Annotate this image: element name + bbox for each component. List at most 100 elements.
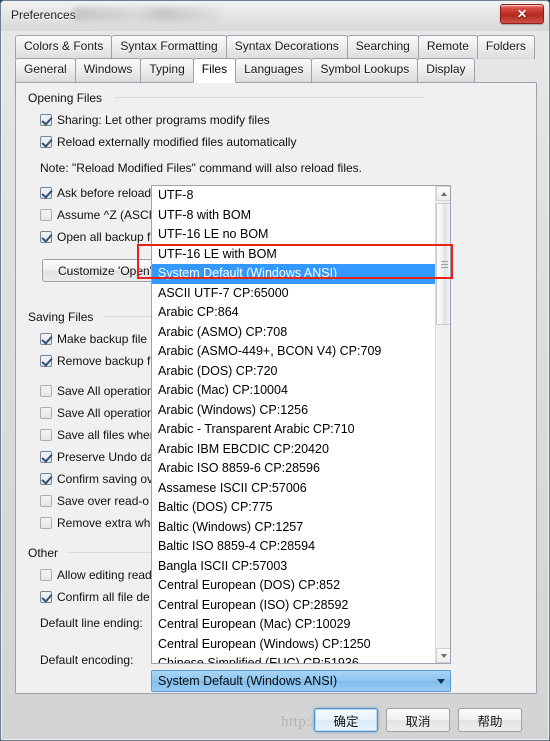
dropdown-option[interactable]: UTF-16 LE with BOM	[152, 245, 437, 265]
checkbox-remove-backup[interactable]: Remove backup f	[40, 354, 150, 368]
checkbox-box	[40, 333, 52, 345]
tab-label: Remote	[426, 39, 469, 53]
checkbox-open-all-backup[interactable]: Open all backup f	[40, 230, 150, 244]
checkbox-box	[40, 385, 52, 397]
checkbox-reload-externally[interactable]: Reload externally modified files automat…	[40, 135, 296, 149]
tab-folders[interactable]: Folders	[476, 35, 535, 59]
tab-windows[interactable]: Windows	[74, 58, 142, 82]
dropdown-option[interactable]: Arabic - Transparent Arabic CP:710	[152, 420, 437, 440]
checkbox-remove-extra-whitespace[interactable]: Remove extra whi	[40, 516, 153, 530]
tab-display[interactable]: Display	[417, 58, 475, 82]
checkbox-confirm-saving-over[interactable]: Confirm saving ov	[40, 472, 153, 486]
dropdown-option[interactable]: UTF-8 with BOM	[152, 206, 437, 226]
checkbox-box	[40, 136, 52, 148]
dropdown-option[interactable]: Arabic CP:864	[152, 303, 437, 323]
tab-colors-fonts[interactable]: Colors & Fonts	[15, 35, 113, 59]
dropdown-option[interactable]: Central European (ISO) CP:28592	[152, 596, 437, 616]
checkbox-sharing[interactable]: Sharing: Let other programs modify files	[40, 113, 270, 127]
tab-typing[interactable]: Typing	[140, 58, 194, 82]
checkbox-confirm-all-file-delete[interactable]: Confirm all file de	[40, 590, 150, 604]
tab-label: Typing	[149, 62, 185, 76]
checkbox-label: Make backup file	[57, 332, 148, 346]
dropdown-option[interactable]: Arabic ISO 8859-6 CP:28596	[152, 459, 437, 479]
customize-open-button[interactable]: Customize 'Open'	[42, 259, 168, 282]
dropdown-option[interactable]: Central European (Windows) CP:1250	[152, 635, 437, 655]
checkbox-box	[40, 231, 52, 243]
chevron-down-icon[interactable]	[432, 678, 450, 684]
checkbox-box	[40, 451, 52, 463]
help-button[interactable]: 帮助	[458, 708, 522, 732]
dropdown-option[interactable]: ASCII UTF-7 CP:65000	[152, 284, 437, 304]
checkbox-label: Confirm all file de	[57, 590, 150, 604]
dropdown-option[interactable]: UTF-8	[152, 186, 437, 206]
dropdown-option[interactable]: UTF-16 LE no BOM	[152, 225, 437, 245]
checkbox-ask-before-reload[interactable]: Ask before reload	[40, 186, 151, 200]
tab-strip: Colors & Fonts Syntax Formatting Syntax De…	[15, 35, 537, 83]
ok-button[interactable]: 确定	[314, 708, 378, 732]
reload-note-text: Note: "Reload Modified Files" command wi…	[40, 161, 362, 175]
checkbox-save-all-files-when[interactable]: Save all files when	[40, 428, 156, 442]
checkbox-make-backup[interactable]: Make backup file	[40, 332, 147, 346]
tab-label: Colors & Fonts	[24, 39, 104, 53]
checkbox-box	[40, 114, 52, 126]
checkbox-label: Save over read-o	[57, 494, 150, 508]
tab-general[interactable]: General	[15, 58, 76, 82]
preferences-window: Preferences ✕ Colors & Fonts Syntax Forma…	[0, 0, 550, 741]
checkbox-allow-editing-readonly[interactable]: Allow editing read	[40, 568, 152, 582]
checkbox-box	[40, 569, 52, 581]
tab-syntax-formatting[interactable]: Syntax Formatting	[111, 35, 227, 59]
tab-searching[interactable]: Searching	[346, 35, 419, 59]
group-label-opening-files: Opening Files	[24, 91, 107, 105]
dropdown-option[interactable]: Arabic (DOS) CP:720	[152, 362, 437, 382]
group-label-other: Other	[24, 546, 63, 560]
tab-files[interactable]: Files	[192, 58, 237, 83]
checkbox-box	[40, 187, 52, 199]
dropdown-option[interactable]: Assamese ISCII CP:57006	[152, 479, 437, 499]
checkbox-label: Save All operation	[57, 384, 154, 398]
default-encoding-combobox[interactable]: System Default (Windows ANSI)	[151, 670, 451, 692]
close-button[interactable]: ✕	[500, 4, 544, 24]
checkbox-label: Confirm saving ov	[57, 472, 154, 486]
checkbox-label: Remove extra whi	[57, 516, 154, 530]
ok-button-label: 确定	[333, 714, 359, 729]
tab-remote[interactable]: Remote	[417, 35, 478, 59]
tab-languages[interactable]: Languages	[235, 58, 313, 82]
dropdown-option[interactable]: Arabic IBM EBCDIC CP:20420	[152, 440, 437, 460]
tab-symbol-lookups[interactable]: Symbol Lookups	[311, 58, 419, 82]
encoding-option-list[interactable]: UTF-8 UTF-8 with BOM UTF-16 LE no BOM UTF-1…	[152, 186, 437, 663]
dropdown-option[interactable]: Arabic (ASMO-449+, BCON V4) CP:709	[152, 342, 437, 362]
checkbox-save-all-operation-1[interactable]: Save All operation	[40, 384, 154, 398]
tab-label: Searching	[355, 39, 410, 53]
tab-label: Folders	[485, 39, 526, 53]
checkbox-preserve-undo[interactable]: Preserve Undo da	[40, 450, 154, 464]
dropdown-option[interactable]: Baltic ISO 8859-4 CP:28594	[152, 537, 437, 557]
scroll-down-arrow-icon[interactable]	[436, 648, 450, 663]
dropdown-option[interactable]: System Default (Windows ANSI)	[152, 264, 437, 284]
checkbox-assume-ctrl-z[interactable]: Assume ^Z (ASCII	[40, 208, 155, 222]
checkbox-box	[40, 517, 52, 529]
dropdown-scrollbar[interactable]	[435, 186, 450, 663]
scrollbar-thumb[interactable]	[436, 203, 450, 325]
encoding-dropdown-list[interactable]: UTF-8 UTF-8 with BOM UTF-16 LE no BOM UTF-1…	[151, 185, 451, 664]
dropdown-option[interactable]: Baltic (DOS) CP:775	[152, 498, 437, 518]
checkbox-label: Assume ^Z (ASCII	[57, 208, 156, 222]
tab-syntax-decorations[interactable]: Syntax Decorations	[225, 35, 348, 59]
cancel-button[interactable]: 取消	[386, 708, 450, 732]
dropdown-option[interactable]: Chinese Simplified (EUC) CP:51936	[152, 654, 437, 663]
dropdown-option[interactable]: Baltic (Windows) CP:1257	[152, 518, 437, 538]
close-icon: ✕	[516, 7, 528, 21]
group-divider-opening-files	[114, 97, 424, 98]
dropdown-option[interactable]: Arabic (Mac) CP:10004	[152, 381, 437, 401]
checkbox-save-over-readonly[interactable]: Save over read-o	[40, 494, 149, 508]
checkbox-save-all-operation-2[interactable]: Save All operation	[40, 406, 154, 420]
dropdown-option[interactable]: Central European (DOS) CP:852	[152, 576, 437, 596]
dropdown-option[interactable]: Arabic (ASMO) CP:708	[152, 323, 437, 343]
dropdown-option[interactable]: Bangla ISCII CP:57003	[152, 557, 437, 577]
checkbox-label: Preserve Undo da	[57, 450, 154, 464]
checkbox-label: Reload externally modified files automat…	[57, 135, 297, 149]
tab-label: Files	[201, 62, 228, 76]
checkbox-label: Remove backup f	[57, 354, 151, 368]
scroll-up-arrow-icon[interactable]	[436, 186, 450, 201]
dropdown-option[interactable]: Arabic (Windows) CP:1256	[152, 401, 437, 421]
dropdown-option[interactable]: Central European (Mac) CP:10029	[152, 615, 437, 635]
